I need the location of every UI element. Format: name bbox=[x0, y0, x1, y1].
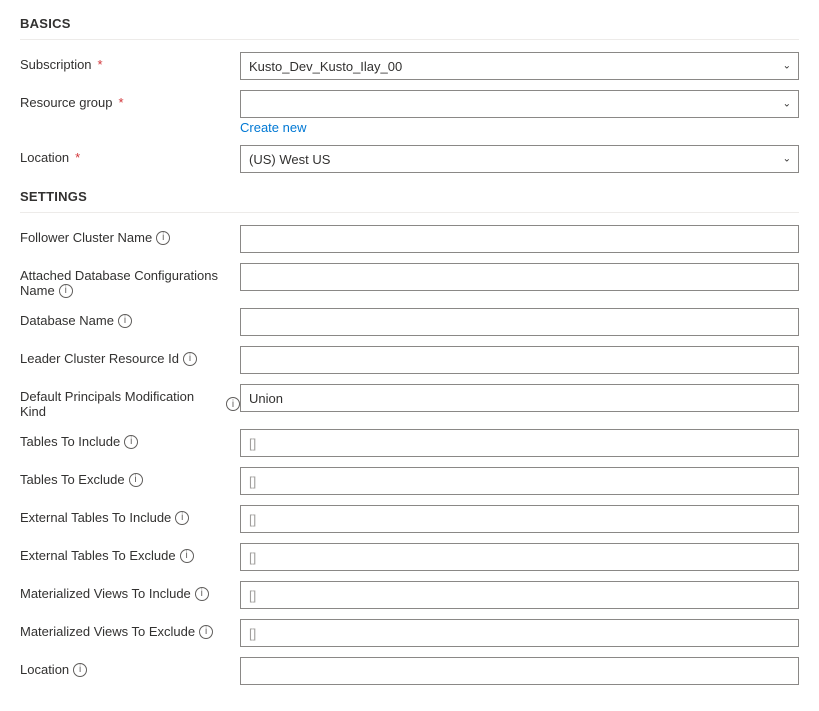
external-tables-to-exclude-label: External Tables To Exclude i bbox=[20, 543, 240, 563]
database-name-info-icon[interactable]: i bbox=[118, 314, 132, 328]
leader-cluster-resource-id-label: Leader Cluster Resource Id i bbox=[20, 346, 240, 366]
materialized-views-to-include-label: Materialized Views To Include i bbox=[20, 581, 240, 601]
tables-to-include-row: Tables To Include i bbox=[20, 429, 799, 457]
create-new-link[interactable]: Create new bbox=[240, 120, 799, 135]
subscription-select[interactable]: Kusto_Dev_Kusto_Ilay_00 bbox=[240, 52, 799, 80]
settings-location-row: Location i bbox=[20, 657, 799, 685]
default-principals-modification-kind-input[interactable] bbox=[240, 384, 799, 412]
leader-cluster-resource-id-row: Leader Cluster Resource Id i bbox=[20, 346, 799, 374]
resource-group-select[interactable] bbox=[240, 90, 799, 118]
location-select-wrapper: (US) West US ⌄ bbox=[240, 145, 799, 173]
materialized-views-to-exclude-label: Materialized Views To Exclude i bbox=[20, 619, 240, 639]
follower-cluster-name-label: Follower Cluster Name i bbox=[20, 225, 240, 245]
external-tables-to-include-input[interactable] bbox=[240, 505, 799, 533]
external-tables-to-exclude-control bbox=[240, 543, 799, 571]
subscription-row: Subscription * Kusto_Dev_Kusto_Ilay_00 ⌄ bbox=[20, 52, 799, 80]
follower-cluster-name-input[interactable] bbox=[240, 225, 799, 253]
database-name-control bbox=[240, 308, 799, 336]
settings-section: SETTINGS Follower Cluster Name i Attache… bbox=[20, 189, 799, 685]
default-principals-modification-kind-info-icon[interactable]: i bbox=[226, 397, 240, 411]
database-name-label: Database Name i bbox=[20, 308, 240, 328]
subscription-label: Subscription * bbox=[20, 52, 240, 72]
tables-to-include-input[interactable] bbox=[240, 429, 799, 457]
resource-group-control: ⌄ Create new bbox=[240, 90, 799, 135]
external-tables-to-include-control bbox=[240, 505, 799, 533]
resource-group-select-wrapper: ⌄ bbox=[240, 90, 799, 118]
materialized-views-to-include-input[interactable] bbox=[240, 581, 799, 609]
location-control: (US) West US ⌄ bbox=[240, 145, 799, 173]
leader-cluster-resource-id-control bbox=[240, 346, 799, 374]
default-principals-modification-kind-label: Default Principals Modification Kind i bbox=[20, 384, 240, 419]
attached-db-config-label: Attached Database Configurations Name i bbox=[20, 263, 240, 298]
resource-group-required: * bbox=[119, 95, 124, 110]
leader-cluster-resource-id-info-icon[interactable]: i bbox=[183, 352, 197, 366]
materialized-views-to-exclude-row: Materialized Views To Exclude i bbox=[20, 619, 799, 647]
basics-divider bbox=[20, 39, 799, 40]
attached-db-config-info-icon[interactable]: i bbox=[59, 284, 73, 298]
materialized-views-to-include-row: Materialized Views To Include i bbox=[20, 581, 799, 609]
resource-group-row: Resource group * ⌄ Create new bbox=[20, 90, 799, 135]
settings-title: SETTINGS bbox=[20, 189, 799, 204]
database-name-row: Database Name i bbox=[20, 308, 799, 336]
follower-cluster-name-row: Follower Cluster Name i bbox=[20, 225, 799, 253]
external-tables-to-include-label: External Tables To Include i bbox=[20, 505, 240, 525]
follower-cluster-name-control bbox=[240, 225, 799, 253]
subscription-control: Kusto_Dev_Kusto_Ilay_00 ⌄ bbox=[240, 52, 799, 80]
tables-to-exclude-row: Tables To Exclude i bbox=[20, 467, 799, 495]
materialized-views-to-include-control bbox=[240, 581, 799, 609]
default-principals-modification-kind-row: Default Principals Modification Kind i bbox=[20, 384, 799, 419]
tables-to-exclude-input[interactable] bbox=[240, 467, 799, 495]
external-tables-to-include-row: External Tables To Include i bbox=[20, 505, 799, 533]
default-principals-modification-kind-control bbox=[240, 384, 799, 412]
settings-location-control bbox=[240, 657, 799, 685]
tables-to-include-label: Tables To Include i bbox=[20, 429, 240, 449]
tables-to-include-control bbox=[240, 429, 799, 457]
leader-cluster-resource-id-input[interactable] bbox=[240, 346, 799, 374]
settings-location-label: Location i bbox=[20, 657, 240, 677]
settings-divider bbox=[20, 212, 799, 213]
follower-cluster-name-info-icon[interactable]: i bbox=[156, 231, 170, 245]
location-select[interactable]: (US) West US bbox=[240, 145, 799, 173]
basics-section: BASICS Subscription * Kusto_Dev_Kusto_Il… bbox=[20, 16, 799, 173]
settings-location-input[interactable] bbox=[240, 657, 799, 685]
materialized-views-to-exclude-input[interactable] bbox=[240, 619, 799, 647]
external-tables-to-exclude-row: External Tables To Exclude i bbox=[20, 543, 799, 571]
attached-db-config-row: Attached Database Configurations Name i bbox=[20, 263, 799, 298]
location-row: Location * (US) West US ⌄ bbox=[20, 145, 799, 173]
materialized-views-to-exclude-control bbox=[240, 619, 799, 647]
attached-db-config-input[interactable] bbox=[240, 263, 799, 291]
subscription-required: * bbox=[98, 57, 103, 72]
tables-to-include-info-icon[interactable]: i bbox=[124, 435, 138, 449]
tables-to-exclude-info-icon[interactable]: i bbox=[129, 473, 143, 487]
external-tables-to-exclude-info-icon[interactable]: i bbox=[180, 549, 194, 563]
attached-db-config-control bbox=[240, 263, 799, 291]
materialized-views-to-exclude-info-icon[interactable]: i bbox=[199, 625, 213, 639]
external-tables-to-exclude-input[interactable] bbox=[240, 543, 799, 571]
settings-location-info-icon[interactable]: i bbox=[73, 663, 87, 677]
database-name-input[interactable] bbox=[240, 308, 799, 336]
subscription-select-wrapper: Kusto_Dev_Kusto_Ilay_00 ⌄ bbox=[240, 52, 799, 80]
tables-to-exclude-control bbox=[240, 467, 799, 495]
external-tables-to-include-info-icon[interactable]: i bbox=[175, 511, 189, 525]
resource-group-label: Resource group * bbox=[20, 90, 240, 110]
location-required: * bbox=[75, 150, 80, 165]
basics-title: BASICS bbox=[20, 16, 799, 31]
location-label: Location * bbox=[20, 145, 240, 165]
tables-to-exclude-label: Tables To Exclude i bbox=[20, 467, 240, 487]
materialized-views-to-include-info-icon[interactable]: i bbox=[195, 587, 209, 601]
